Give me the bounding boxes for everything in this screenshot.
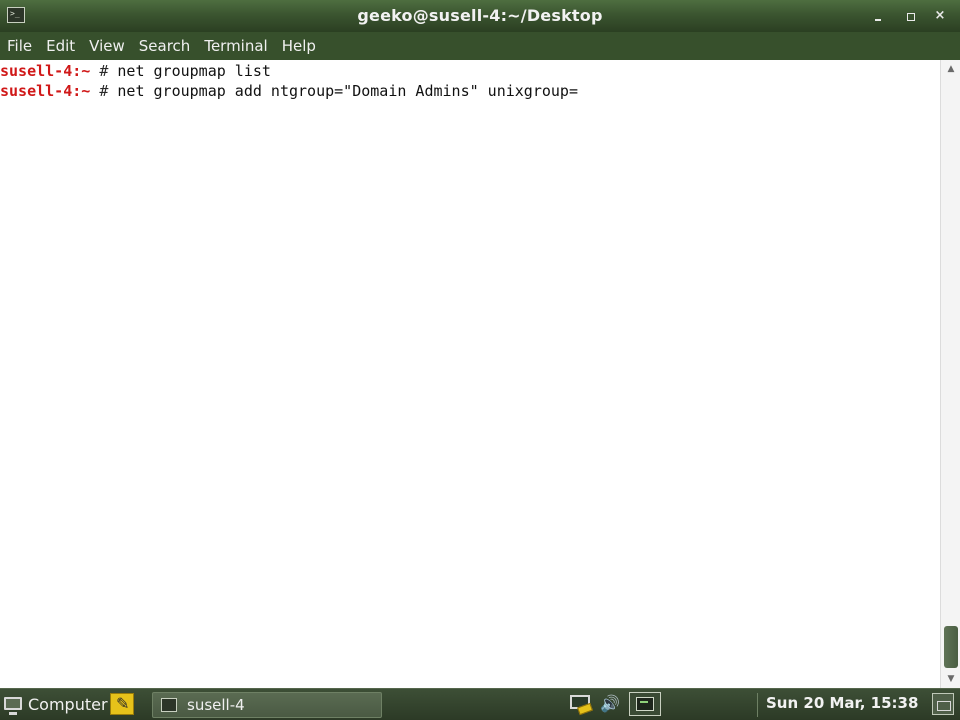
tray-separator bbox=[757, 693, 758, 717]
computer-menu-button[interactable]: Computer bbox=[2, 693, 108, 717]
vertical-scrollbar[interactable]: ▲ ▼ bbox=[940, 60, 960, 688]
menu-view[interactable]: View bbox=[82, 32, 132, 60]
menu-help[interactable]: Help bbox=[275, 32, 323, 60]
scrollbar-thumb[interactable] bbox=[944, 626, 958, 668]
taskbar: Computer susell-4 🔊 Sun 20 Mar, 15:38 bbox=[0, 688, 960, 720]
tray-terminal-icon[interactable] bbox=[629, 692, 661, 716]
prompt-host: susell-4:~ bbox=[0, 82, 91, 100]
command-text: net groupmap add ntgroup="Domain Admins"… bbox=[117, 82, 578, 100]
network-icon[interactable] bbox=[568, 693, 593, 716]
window-title: geeko@susell-4:~/Desktop bbox=[357, 6, 603, 25]
close-icon[interactable]: × bbox=[932, 8, 948, 24]
menu-file[interactable]: File bbox=[0, 32, 39, 60]
scroll-down-icon[interactable]: ▼ bbox=[941, 670, 960, 688]
maximize-icon[interactable] bbox=[902, 8, 918, 24]
clock[interactable]: Sun 20 Mar, 15:38 bbox=[766, 694, 918, 712]
volume-icon[interactable]: 🔊 bbox=[600, 693, 624, 715]
terminal-line: susell-4:~ # net groupmap add ntgroup="D… bbox=[0, 81, 940, 101]
taskbar-window-button[interactable]: susell-4 bbox=[152, 692, 382, 718]
terminal-line: susell-4:~ # net groupmap list bbox=[0, 61, 940, 81]
menu-edit[interactable]: Edit bbox=[39, 32, 82, 60]
taskbar-window-label: susell-4 bbox=[187, 696, 245, 714]
terminal-output[interactable]: susell-4:~ # net groupmap list susell-4:… bbox=[0, 60, 940, 688]
prompt-host: susell-4:~ bbox=[0, 62, 91, 80]
scroll-up-icon[interactable]: ▲ bbox=[941, 60, 960, 78]
prompt-symbol: # bbox=[90, 62, 118, 80]
menu-bar: File Edit View Search Terminal Help bbox=[0, 32, 960, 60]
terminal-icon bbox=[161, 698, 177, 712]
computer-label: Computer bbox=[28, 695, 108, 714]
command-text: net groupmap list bbox=[117, 62, 271, 80]
menu-terminal[interactable]: Terminal bbox=[197, 32, 274, 60]
computer-icon bbox=[4, 697, 22, 715]
prompt-symbol: # bbox=[90, 82, 118, 100]
notes-icon[interactable] bbox=[110, 693, 134, 715]
menu-search[interactable]: Search bbox=[132, 32, 198, 60]
title-bar[interactable]: >_ geeko@susell-4:~/Desktop × bbox=[0, 0, 960, 32]
minimize-icon[interactable] bbox=[870, 8, 886, 24]
show-desktop-icon[interactable] bbox=[932, 693, 954, 715]
